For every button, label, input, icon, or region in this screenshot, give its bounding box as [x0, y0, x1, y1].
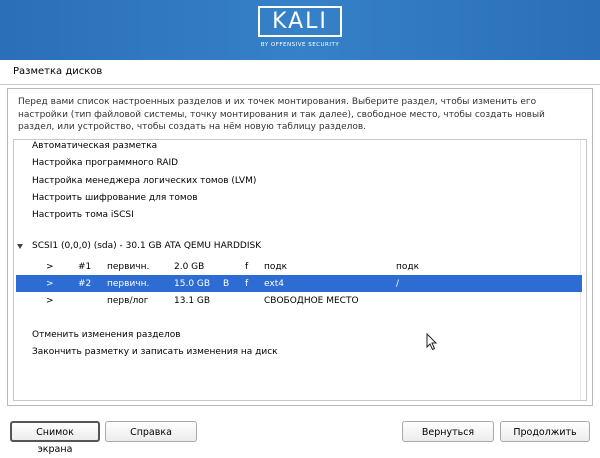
partition-mount: подк — [396, 262, 420, 272]
partition-row-selected[interactable]: > #2 первичн. 15.0 GB B f ext4 / — [16, 275, 582, 292]
disk-label[interactable]: SCSI1 (0,0,0) (sda) - 30.1 GB ATA QEMU H… — [32, 241, 261, 251]
partition-filesystem: подк — [264, 262, 288, 272]
partition-row[interactable]: > #1 первичн. 2.0 GB f подк подк — [16, 258, 582, 275]
action-finish-partitioning[interactable]: Закончить разметку и записать изменения … — [32, 347, 278, 357]
partition-filesystem: ext4 — [264, 279, 284, 289]
kali-logo-subtext: BY OFFENSIVE SECURITY — [260, 42, 340, 48]
menu-item-lvm[interactable]: Настройка менеджера логических томов (LV… — [32, 176, 256, 186]
row-arrow-icon: > — [46, 262, 54, 272]
partition-number: #1 — [78, 262, 92, 272]
partition-type: первичн. — [107, 262, 150, 272]
description-text: Перед вами список настроенных разделов и… — [18, 97, 545, 132]
partition-format-flag: f — [245, 262, 249, 272]
partition-type: первичн. — [107, 279, 150, 289]
menu-item-software-raid[interactable]: Настройка программного RAID — [32, 158, 178, 168]
partition-type: перв/лог — [107, 296, 149, 306]
partition-size: 15.0 GB — [174, 279, 211, 289]
menu-item-iscsi[interactable]: Настроить тома iSCSI — [32, 210, 134, 220]
partition-number: #2 — [78, 279, 92, 289]
screenshot-button[interactable]: Снимок экрана — [10, 421, 100, 455]
action-undo-changes[interactable]: Отменить изменения разделов — [32, 330, 181, 340]
page-title: Разметка дисков — [13, 66, 103, 77]
mouse-cursor-icon — [426, 333, 438, 351]
row-arrow-icon: > — [46, 279, 54, 289]
collapse-triangle-icon[interactable] — [17, 244, 23, 249]
partition-size: 2.0 GB — [174, 262, 205, 272]
menu-item-encryption[interactable]: Настроить шифрование для томов — [32, 193, 198, 203]
help-button[interactable]: Справка — [105, 421, 197, 442]
menu-item-auto-partition[interactable]: Автоматическая разметка — [32, 141, 157, 151]
kali-banner: KALI BY OFFENSIVE SECURITY — [0, 0, 600, 60]
row-arrow-icon: > — [46, 296, 54, 306]
back-button[interactable]: Вернуться — [402, 421, 494, 442]
partition-row-free[interactable]: > перв/лог 13.1 GB СВОБОДНОЕ МЕСТО — [16, 292, 582, 309]
partition-bootable-flag: B — [223, 279, 230, 289]
kali-logo: KALI — [258, 6, 342, 37]
partition-filesystem: СВОБОДНОЕ МЕСТО — [264, 296, 359, 306]
partition-format-flag: f — [245, 279, 249, 289]
continue-button[interactable]: Продолжить — [500, 421, 590, 442]
partition-mount: / — [396, 279, 400, 289]
partition-size: 13.1 GB — [174, 296, 211, 306]
